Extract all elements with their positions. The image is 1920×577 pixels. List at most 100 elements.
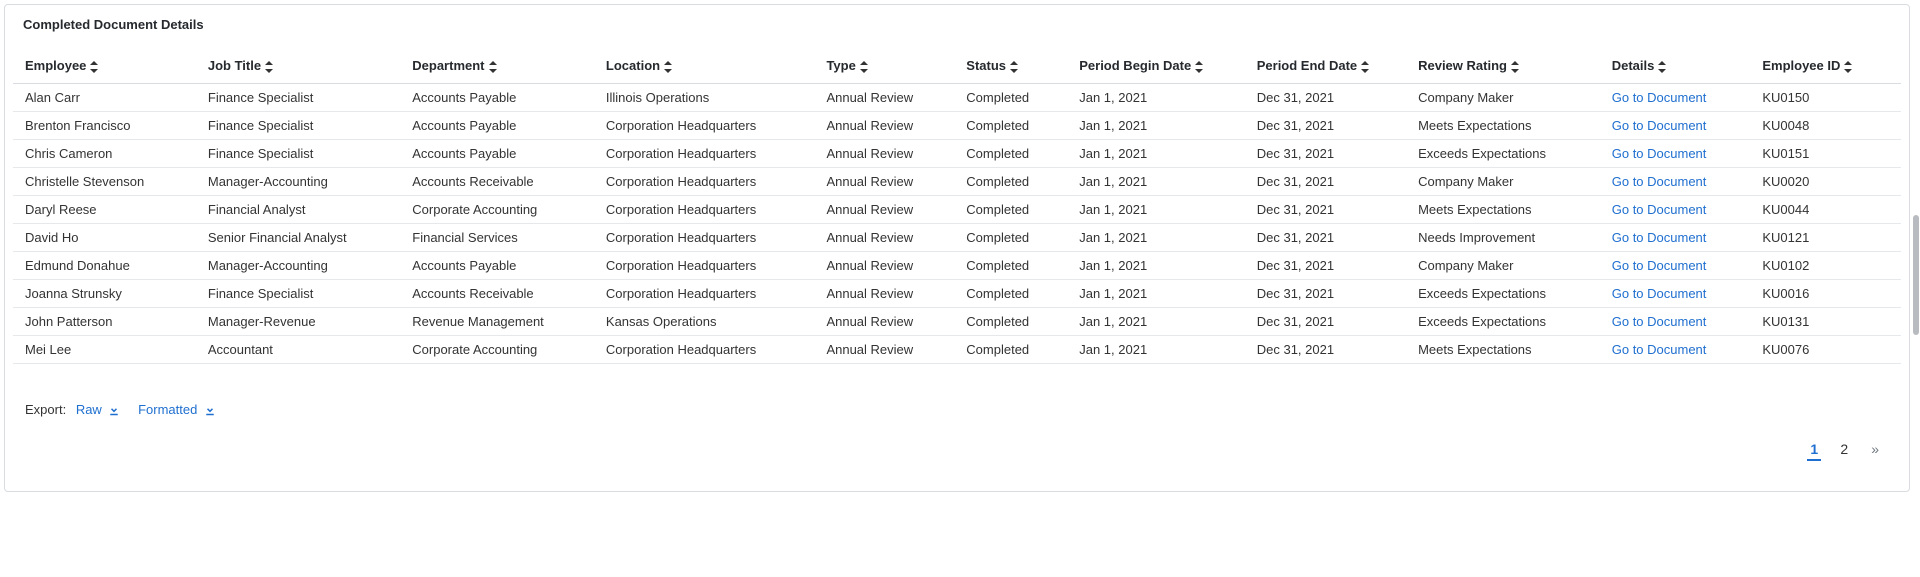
- sort-icon: [860, 61, 868, 73]
- cell-begin: Jan 1, 2021: [1067, 252, 1245, 280]
- cell-employee: David Ho: [13, 224, 196, 252]
- cell-type: Annual Review: [814, 196, 954, 224]
- go-to-document-link[interactable]: Go to Document: [1612, 230, 1707, 245]
- table-header-row: Employee Job Title Department Location T…: [13, 48, 1901, 84]
- col-header-employee[interactable]: Employee: [13, 48, 196, 84]
- cell-location: Corporation Headquarters: [594, 280, 815, 308]
- cell-end: Dec 31, 2021: [1245, 196, 1406, 224]
- cell-begin: Jan 1, 2021: [1067, 140, 1245, 168]
- cell-department: Financial Services: [400, 224, 594, 252]
- cell-rating: Meets Expectations: [1406, 112, 1600, 140]
- cell-begin: Jan 1, 2021: [1067, 84, 1245, 112]
- sort-icon: [90, 61, 98, 73]
- export-formatted-link[interactable]: Formatted: [138, 402, 216, 417]
- table-row: Edmund DonahueManager-AccountingAccounts…: [13, 252, 1901, 280]
- cell-type: Annual Review: [814, 224, 954, 252]
- table-row: Chris CameronFinance SpecialistAccounts …: [13, 140, 1901, 168]
- go-to-document-link[interactable]: Go to Document: [1612, 286, 1707, 301]
- col-header-location[interactable]: Location: [594, 48, 815, 84]
- sort-icon: [1195, 61, 1203, 73]
- sort-icon: [265, 61, 273, 73]
- cell-begin: Jan 1, 2021: [1067, 168, 1245, 196]
- cell-location: Corporation Headquarters: [594, 224, 815, 252]
- cell-type: Annual Review: [814, 140, 954, 168]
- cell-empid: KU0150: [1750, 84, 1901, 112]
- cell-type: Annual Review: [814, 112, 954, 140]
- cell-status: Completed: [954, 112, 1067, 140]
- table-row: Daryl ReeseFinancial AnalystCorporate Ac…: [13, 196, 1901, 224]
- cell-jobtitle: Manager-Accounting: [196, 252, 400, 280]
- go-to-document-link[interactable]: Go to Document: [1612, 90, 1707, 105]
- table-row: Brenton FranciscoFinance SpecialistAccou…: [13, 112, 1901, 140]
- cell-details: Go to Document: [1600, 168, 1751, 196]
- table-row: Christelle StevensonManager-AccountingAc…: [13, 168, 1901, 196]
- cell-end: Dec 31, 2021: [1245, 84, 1406, 112]
- completed-document-details-panel: Completed Document Details Employee Job …: [4, 4, 1910, 492]
- go-to-document-link[interactable]: Go to Document: [1612, 342, 1707, 357]
- cell-location: Corporation Headquarters: [594, 140, 815, 168]
- cell-details: Go to Document: [1600, 196, 1751, 224]
- cell-jobtitle: Accountant: [196, 336, 400, 364]
- pager-page-2[interactable]: 2: [1837, 441, 1851, 457]
- cell-employee: Alan Carr: [13, 84, 196, 112]
- scrollbar[interactable]: [1912, 0, 1920, 577]
- table-row: Mei LeeAccountantCorporate AccountingCor…: [13, 336, 1901, 364]
- cell-jobtitle: Finance Specialist: [196, 112, 400, 140]
- col-header-department[interactable]: Department: [400, 48, 594, 84]
- cell-type: Annual Review: [814, 168, 954, 196]
- cell-rating: Meets Expectations: [1406, 336, 1600, 364]
- cell-location: Kansas Operations: [594, 308, 815, 336]
- pager-next[interactable]: »: [1871, 441, 1879, 457]
- cell-employee: Daryl Reese: [13, 196, 196, 224]
- cell-status: Completed: [954, 84, 1067, 112]
- go-to-document-link[interactable]: Go to Document: [1612, 314, 1707, 329]
- col-header-period-begin[interactable]: Period Begin Date: [1067, 48, 1245, 84]
- col-header-details[interactable]: Details: [1600, 48, 1751, 84]
- cell-status: Completed: [954, 336, 1067, 364]
- col-header-period-end[interactable]: Period End Date: [1245, 48, 1406, 84]
- cell-location: Corporation Headquarters: [594, 252, 815, 280]
- go-to-document-link[interactable]: Go to Document: [1612, 118, 1707, 133]
- cell-details: Go to Document: [1600, 84, 1751, 112]
- scrollbar-thumb[interactable]: [1913, 215, 1919, 335]
- cell-employee: Brenton Francisco: [13, 112, 196, 140]
- go-to-document-link[interactable]: Go to Document: [1612, 146, 1707, 161]
- cell-rating: Company Maker: [1406, 252, 1600, 280]
- col-header-review-rating[interactable]: Review Rating: [1406, 48, 1600, 84]
- cell-jobtitle: Financial Analyst: [196, 196, 400, 224]
- export-label: Export:: [25, 402, 66, 417]
- pager-page-1[interactable]: 1: [1807, 441, 1821, 461]
- table-row: John PattersonManager-RevenueRevenue Man…: [13, 308, 1901, 336]
- cell-end: Dec 31, 2021: [1245, 308, 1406, 336]
- cell-status: Completed: [954, 252, 1067, 280]
- cell-department: Accounts Payable: [400, 112, 594, 140]
- go-to-document-link[interactable]: Go to Document: [1612, 202, 1707, 217]
- cell-end: Dec 31, 2021: [1245, 252, 1406, 280]
- export-raw-link[interactable]: Raw: [76, 402, 124, 417]
- documents-table: Employee Job Title Department Location T…: [13, 48, 1901, 364]
- cell-department: Accounts Payable: [400, 84, 594, 112]
- cell-rating: Exceeds Expectations: [1406, 280, 1600, 308]
- cell-type: Annual Review: [814, 308, 954, 336]
- cell-jobtitle: Finance Specialist: [196, 280, 400, 308]
- cell-department: Accounts Receivable: [400, 168, 594, 196]
- go-to-document-link[interactable]: Go to Document: [1612, 258, 1707, 273]
- cell-employee: Joanna Strunsky: [13, 280, 196, 308]
- cell-status: Completed: [954, 196, 1067, 224]
- cell-department: Corporate Accounting: [400, 196, 594, 224]
- cell-rating: Company Maker: [1406, 168, 1600, 196]
- col-header-status[interactable]: Status: [954, 48, 1067, 84]
- col-header-jobtitle[interactable]: Job Title: [196, 48, 400, 84]
- sort-icon: [664, 61, 672, 73]
- cell-location: Corporation Headquarters: [594, 336, 815, 364]
- cell-rating: Company Maker: [1406, 84, 1600, 112]
- download-icon: [108, 404, 120, 416]
- cell-location: Illinois Operations: [594, 84, 815, 112]
- cell-employee: John Patterson: [13, 308, 196, 336]
- col-header-type[interactable]: Type: [814, 48, 954, 84]
- cell-begin: Jan 1, 2021: [1067, 196, 1245, 224]
- go-to-document-link[interactable]: Go to Document: [1612, 174, 1707, 189]
- cell-empid: KU0121: [1750, 224, 1901, 252]
- col-header-employee-id[interactable]: Employee ID: [1750, 48, 1901, 84]
- cell-type: Annual Review: [814, 252, 954, 280]
